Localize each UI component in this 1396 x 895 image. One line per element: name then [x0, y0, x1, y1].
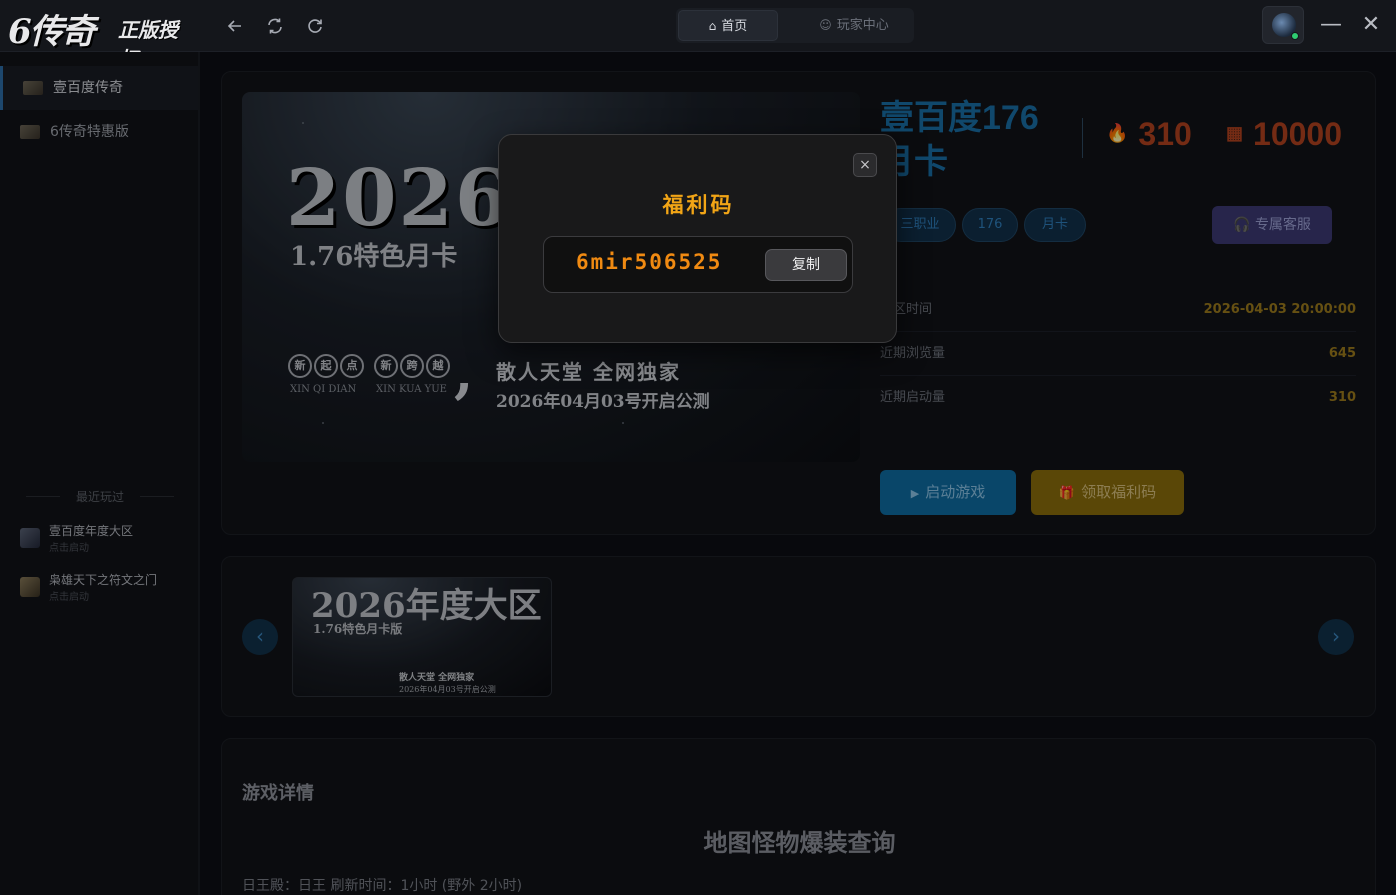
details-heading: 地图怪物爆装查询 [703, 830, 896, 857]
tab-home-label: 首页 [721, 19, 748, 34]
tab-player-center[interactable]: ☺ 玩家中心 [804, 10, 904, 41]
screenshot-carousel: ‹ 2026年度大区 1.76特色月卡版 散人天堂 全网独家 2026年04月0… [221, 556, 1376, 717]
modal-title: 福利码 [662, 193, 735, 217]
gift-code-modal: × 福利码 6mir506525 复制 [498, 134, 897, 343]
close-window-button[interactable]: ✕ [1358, 12, 1384, 38]
claim-gift-code-button[interactable]: 🎁 领取福利码 [1031, 470, 1184, 515]
building-icon: ▦ [1226, 123, 1244, 143]
online-status-dot [1291, 32, 1299, 40]
carousel-thumbnail[interactable]: 2026年度大区 1.76特色月卡版 散人天堂 全网独家 2026年04月03号… [292, 577, 552, 697]
banner-seal: 起 [314, 354, 338, 378]
recent-item-xiaoxiong[interactable]: 枭雄天下之符文之门 点击启动 [20, 571, 190, 607]
recent-item-yibaidu-annual[interactable]: 壹百度年度大区 点击启动 [20, 522, 190, 558]
gift-icon: 🎁 [1058, 486, 1076, 501]
launch-count-value: 310 [1138, 116, 1192, 152]
tab-player-center-label: 玩家中心 [836, 18, 889, 33]
info-value: 2026-04-03 20:00:00 [1203, 302, 1356, 317]
gift-code-value[interactable]: 6mir506525 [576, 250, 722, 274]
thumb-slogan: 散人天堂 全网独家 [399, 673, 475, 683]
back-button[interactable] [223, 14, 247, 38]
banner-seal: 新 [288, 354, 312, 378]
banner-comma: , [454, 340, 474, 406]
banner-speck [322, 422, 324, 424]
tag-176: 176 [962, 208, 1018, 242]
reload-icon [308, 19, 322, 33]
recent-played-title: 最近玩过 [20, 488, 180, 505]
title-bar: 6传奇 正版授权 ⌂ 首页 ☺ 玩家中心 — ✕ [0, 0, 1396, 71]
logo-main-text: 6传奇 [8, 12, 96, 52]
home-icon: ⌂ [708, 19, 717, 33]
info-value: 645 [1328, 346, 1356, 361]
main-tabs: ⌂ 首页 ☺ 玩家中心 [676, 8, 914, 43]
title-divider [1082, 118, 1083, 158]
sidebar-item-label: 壹百度传奇 [53, 80, 123, 96]
game-thumb-icon [20, 528, 40, 548]
banner-speck [622, 422, 624, 424]
recent-item-name: 枭雄天下之符文之门 [49, 573, 158, 587]
banner-pinyin: XIN KUA YUE [376, 384, 447, 395]
thumb-subtitle: 1.76特色月卡版 [313, 622, 403, 636]
sidebar-item-6chuanqi-discount[interactable]: 6传奇特惠版 [0, 110, 198, 154]
tab-home[interactable]: ⌂ 首页 [678, 10, 778, 41]
banner-seal: 越 [426, 354, 450, 378]
banner-subtitle: 1.76特色月卡 [290, 242, 458, 272]
game-thumb-icon [20, 125, 40, 139]
recent-item-hint: 点击启动 [49, 592, 89, 603]
recent-item-name: 壹百度年度大区 [49, 524, 134, 538]
modal-close-button[interactable]: × [853, 153, 877, 177]
details-section-title: 游戏详情 [242, 783, 314, 803]
start-game-label: 启动游戏 [925, 483, 986, 501]
banner-seal: 新 [374, 354, 398, 378]
app-logo: 6传奇 正版授权 [6, 4, 196, 71]
customer-service-button[interactable]: 🎧 专属客服 [1212, 206, 1332, 244]
customer-service-label: 专属客服 [1254, 217, 1311, 233]
info-row-views: 近期浏览量 645 [880, 332, 1356, 376]
banner-speck [302, 122, 304, 124]
recent-item-hint: 点击启动 [49, 543, 89, 554]
carousel-next-button[interactable]: › [1318, 619, 1354, 655]
minimize-button[interactable]: — [1318, 12, 1344, 38]
info-row-open-time: 开区时间 2026-04-03 20:00:00 [880, 288, 1356, 332]
game-details-panel: 游戏详情 地图怪物爆装查询 日王殿：日王 刷新时间：1小时 (野外 2小时) [221, 738, 1376, 895]
info-key: 近期启动量 [880, 390, 946, 405]
banner-slogan: 散人天堂 全网独家 [496, 360, 681, 384]
user-avatar[interactable] [1262, 6, 1304, 44]
details-first-line: 日王殿：日王 刷新时间：1小时 (野外 2小时) [242, 878, 523, 894]
banner-seal: 跨 [400, 354, 424, 378]
arrow-left-icon [227, 20, 241, 32]
fire-icon: 🔥 [1106, 123, 1129, 143]
capacity-value: 10000 [1253, 116, 1342, 152]
banner-date: 2026年04月03号开启公测 [496, 392, 710, 412]
claim-gift-code-label: 领取福利码 [1081, 483, 1157, 501]
launch-count-stat: 🔥 310 [1106, 116, 1192, 153]
carousel-prev-button[interactable]: ‹ [242, 619, 278, 655]
copy-button[interactable]: 复制 [765, 249, 847, 281]
sync-button[interactable] [263, 14, 287, 38]
headset-icon: 🎧 [1233, 217, 1251, 233]
gift-code-box: 6mir506525 复制 [543, 236, 853, 293]
refresh-icon [268, 18, 282, 34]
capacity-stat: ▦ 10000 [1226, 116, 1342, 153]
play-icon: ▶ [910, 487, 920, 500]
tag-monthly-card: 月卡 [1024, 208, 1086, 242]
info-row-launches: 近期启动量 310 [880, 376, 1356, 420]
info-value: 310 [1328, 390, 1356, 405]
sidebar: 壹百度传奇 6传奇特惠版 最近玩过 壹百度年度大区 点击启动 枭雄天下之符文之门… [0, 52, 200, 895]
game-title: 壹百度176月卡 [880, 99, 1039, 181]
reload-button[interactable] [303, 14, 327, 38]
banner-pinyin: XIN QI DIAN [290, 384, 357, 395]
banner-seal: 点 [340, 354, 364, 378]
thumb-date: 2026年04月03号开启公测 [399, 685, 496, 694]
sidebar-item-yibaidu[interactable]: 壹百度传奇 [0, 66, 198, 110]
game-thumb-icon [23, 81, 43, 95]
game-thumb-icon [20, 577, 40, 597]
sidebar-item-label: 6传奇特惠版 [50, 124, 129, 140]
user-icon: ☺ [819, 18, 832, 32]
start-game-button[interactable]: ▶ 启动游戏 [880, 470, 1016, 515]
